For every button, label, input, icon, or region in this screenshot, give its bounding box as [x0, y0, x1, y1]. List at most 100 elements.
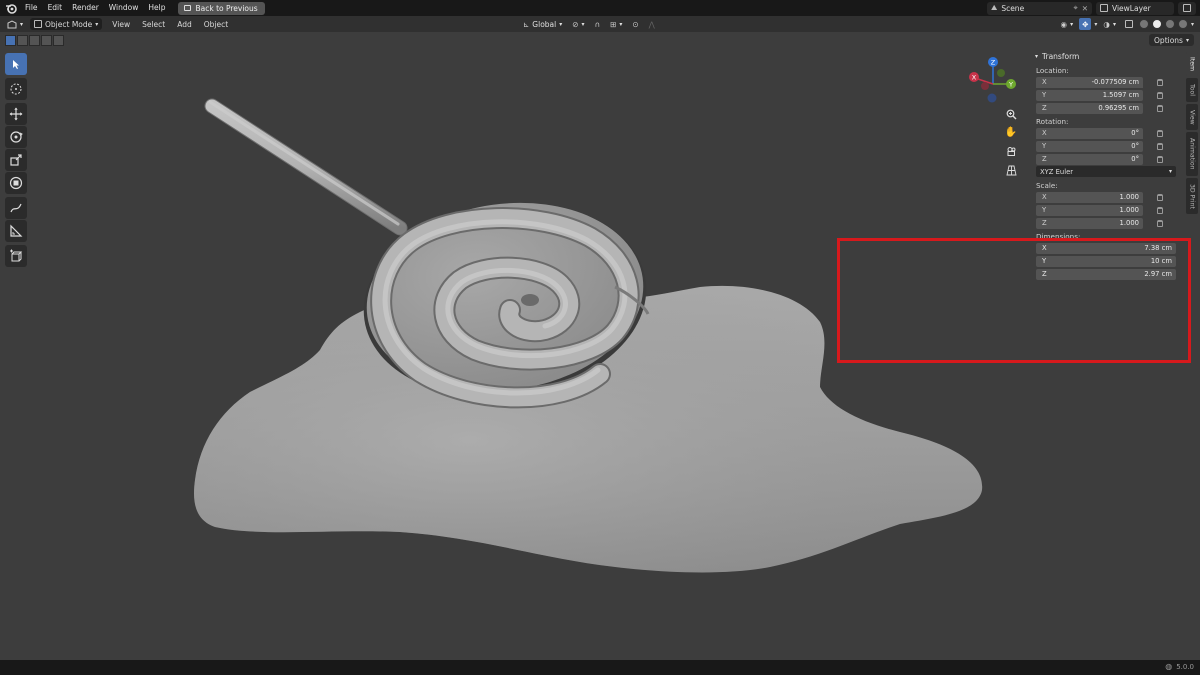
scale-y-field[interactable]: Y 1.000: [1036, 204, 1143, 216]
snap-target-select[interactable]: ⊞ ▾: [607, 18, 625, 30]
main-menu: File Edit Render Window Help: [20, 0, 170, 16]
tab-3d-print[interactable]: 3D Print: [1186, 178, 1198, 214]
options-dropdown[interactable]: Options ▾: [1149, 34, 1194, 46]
rotation-y-field[interactable]: Y 0°: [1036, 140, 1143, 152]
lock-icon[interactable]: [1157, 142, 1163, 150]
globe-icon: ◍: [1165, 662, 1173, 671]
menu-object[interactable]: Object: [198, 20, 234, 29]
tool-annotate[interactable]: [5, 197, 27, 219]
tab-item[interactable]: Item: [1186, 52, 1198, 76]
back-to-previous-button[interactable]: Back to Previous: [178, 1, 265, 15]
solid-shading-button[interactable]: [1151, 19, 1162, 29]
camera-view-button[interactable]: [1002, 142, 1020, 160]
hand-icon: ✋: [1004, 126, 1018, 138]
select-new-button[interactable]: [5, 34, 16, 46]
editor-type-button[interactable]: ▾: [4, 18, 26, 30]
tool-transform[interactable]: [5, 172, 27, 194]
3d-viewport[interactable]: Options ▾ Z X Y ✋ ▾ Transform Location: …: [0, 32, 1200, 660]
location-x-row: X -0.077509 cm: [1032, 76, 1182, 88]
menu-file[interactable]: File: [20, 0, 43, 16]
menu-render[interactable]: Render: [67, 0, 104, 16]
screen-icon: [184, 5, 192, 11]
menu-help[interactable]: Help: [143, 0, 170, 16]
chevron-down-icon: ▾: [1112, 20, 1116, 28]
lock-icon[interactable]: [1157, 129, 1163, 137]
scale-x-field[interactable]: X 1.000: [1036, 191, 1143, 203]
lock-icon[interactable]: [1157, 193, 1163, 201]
material-preview-button[interactable]: [1164, 19, 1175, 29]
proportional-edit-toggle[interactable]: ⊙: [629, 18, 641, 30]
pan-button[interactable]: ✋: [1002, 123, 1020, 141]
sidebar-tabs: Item Tool View Animation 3D Print: [1186, 52, 1198, 216]
chevron-down-icon[interactable]: ▾: [1191, 21, 1194, 28]
close-icon[interactable]: ✕: [1082, 4, 1088, 13]
lock-icon[interactable]: [1157, 155, 1163, 163]
lock-icon[interactable]: [1157, 219, 1163, 227]
snap-toggle[interactable]: ∩: [592, 18, 604, 30]
camera-icon: [1007, 146, 1015, 156]
menu-window[interactable]: Window: [104, 0, 144, 16]
chevron-down-icon: ▾: [581, 20, 585, 28]
gizmo-toggle[interactable]: ✥: [1079, 18, 1092, 30]
gizmo-z-label: Z: [991, 59, 996, 67]
location-y-field[interactable]: Y 1.5097 cm: [1036, 89, 1143, 101]
lock-icon[interactable]: [1157, 78, 1163, 86]
scale-label: Scale:: [1036, 181, 1058, 190]
view-layer-duplicate-button[interactable]: [1178, 1, 1196, 15]
tool-select-box[interactable]: [5, 53, 27, 75]
scene-selector[interactable]: ⛰ Scene ⌖ ✕: [987, 1, 1092, 15]
pin-icon[interactable]: ⌖: [1073, 3, 1077, 13]
transform-panel-header[interactable]: ▾ Transform: [1032, 48, 1182, 64]
xray-toggle[interactable]: [1122, 18, 1136, 30]
3d-cursor-icon: [10, 83, 22, 95]
transform-orientation-select[interactable]: ⊾ Global ▾: [520, 18, 565, 30]
tab-animation-label: Animation: [1188, 138, 1196, 170]
select-intersect-button[interactable]: [53, 34, 64, 46]
blender-logo-icon[interactable]: [4, 1, 18, 15]
tab-view[interactable]: View: [1186, 104, 1198, 130]
pivot-point-select[interactable]: ⊘ ▾: [569, 18, 587, 30]
menu-view[interactable]: View: [106, 20, 136, 29]
zoom-button[interactable]: [1002, 105, 1020, 123]
navigation-gizmo[interactable]: Z X Y: [963, 54, 1023, 108]
tab-tool[interactable]: Tool: [1186, 78, 1198, 102]
rotation-x-row: X 0°: [1032, 127, 1182, 139]
tool-rotate[interactable]: [5, 126, 27, 148]
tool-add-cube[interactable]: [5, 245, 27, 267]
location-x-field[interactable]: X -0.077509 cm: [1036, 76, 1143, 88]
tool-measure[interactable]: [5, 220, 27, 242]
object-mode-select[interactable]: Object Mode ▾: [30, 18, 103, 30]
proportional-falloff-select[interactable]: ⋀: [646, 18, 658, 30]
menu-add[interactable]: Add: [171, 20, 198, 29]
transform-controls: ⊾ Global ▾ ⊘ ▾ ∩ ⊞ ▾ ⊙ ⋀: [520, 18, 658, 30]
menu-edit[interactable]: Edit: [43, 0, 68, 16]
scene-name: Scene: [1001, 3, 1025, 13]
chevron-down-icon[interactable]: ▾: [1094, 21, 1097, 28]
location-z-row: Z 0.96295 cm: [1032, 102, 1182, 114]
rendered-shading-button[interactable]: [1177, 19, 1188, 29]
select-subtract-button[interactable]: [29, 34, 40, 46]
rotation-mode-select[interactable]: XYZ Euler ▾: [1036, 166, 1176, 177]
lock-icon[interactable]: [1157, 104, 1163, 112]
location-z-field[interactable]: Z 0.96295 cm: [1036, 102, 1143, 114]
menu-select[interactable]: Select: [136, 20, 171, 29]
scale-z-field[interactable]: Z 1.000: [1036, 217, 1143, 229]
wireframe-shading-button[interactable]: [1138, 19, 1149, 29]
tool-move[interactable]: [5, 103, 27, 125]
perspective-toggle-button[interactable]: [1002, 161, 1020, 179]
select-invert-button[interactable]: [41, 34, 52, 46]
visibility-select[interactable]: ◉ ▾: [1058, 18, 1077, 30]
rotation-z-field[interactable]: Z 0°: [1036, 153, 1143, 165]
tool-scale[interactable]: [5, 149, 27, 171]
gizmo-y-label: Y: [1008, 81, 1013, 89]
3d-viewport-icon: [7, 19, 17, 28]
overlays-toggle[interactable]: ◑ ▾: [1100, 18, 1119, 30]
tool-cursor[interactable]: [5, 78, 27, 100]
cursor-arrow-icon: [13, 59, 19, 69]
rotation-x-field[interactable]: X 0°: [1036, 127, 1143, 139]
view-layer-selector[interactable]: ViewLayer: [1096, 1, 1174, 15]
lock-icon[interactable]: [1157, 91, 1163, 99]
lock-icon[interactable]: [1157, 206, 1163, 214]
select-extend-button[interactable]: [17, 34, 28, 46]
tab-animation[interactable]: Animation: [1186, 132, 1198, 176]
